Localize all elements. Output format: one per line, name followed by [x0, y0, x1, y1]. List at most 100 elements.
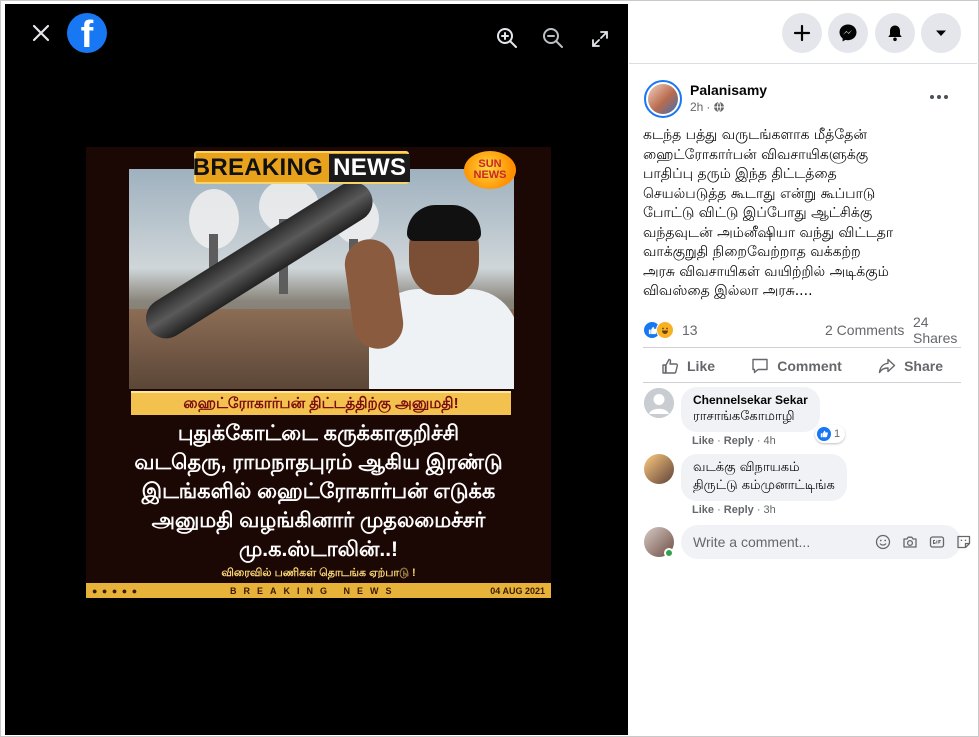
- headline-line: மு.க.ஸ்டாலின்..!: [238, 538, 399, 561]
- divider: [643, 382, 961, 383]
- post-meta: 2h ·: [690, 100, 725, 114]
- share-icon: [878, 358, 896, 374]
- comment-input[interactable]: [693, 534, 874, 550]
- comment-reply-link[interactable]: Reply: [724, 504, 754, 516]
- messenger-button[interactable]: [828, 13, 868, 53]
- like-label: Like: [687, 358, 716, 374]
- person-illustration: [341, 205, 514, 389]
- globe-icon: [714, 101, 725, 113]
- notifications-icon: [888, 25, 902, 42]
- post-options-button[interactable]: [929, 84, 949, 105]
- share-button[interactable]: Share: [860, 357, 961, 375]
- gif-icon[interactable]: [928, 533, 946, 551]
- commenter-avatar[interactable]: [644, 388, 674, 418]
- post-text-line: அரசு விவசாயிகள் வயிற்றில் அடிக்கும்: [643, 263, 889, 280]
- more-icon: [930, 95, 948, 99]
- like-icon: [662, 358, 679, 374]
- composer-icons: [874, 533, 973, 551]
- add-icon: [793, 24, 811, 42]
- commenter-avatar[interactable]: [644, 454, 674, 484]
- account-menu-icon: [936, 30, 946, 36]
- post-text-line: வந்தவுடன் அம்னீஷியா வந்து விட்டதா: [643, 224, 894, 241]
- comment-like-link[interactable]: Like: [692, 435, 714, 447]
- banner-news: NEWS: [329, 153, 411, 182]
- breaking-news-banner: BREAKING NEWS: [192, 151, 411, 184]
- comment-bubble: Chennelsekar Sekar ராசாங்ககோமாழி: [681, 387, 820, 432]
- post-text-line: ஹைட்ரோகார்பன் விவசாயிகளுக்கு: [643, 146, 869, 163]
- sticker-icon[interactable]: [955, 533, 973, 551]
- comment-text: திருட்டு கம்முனாட்டிங்க: [693, 478, 835, 493]
- post-text-line: போட்டு விட்டு இப்போது ஆட்சிக்கு: [643, 205, 873, 221]
- zoom-in-icon: [497, 28, 517, 48]
- comment-icon: [752, 358, 768, 374]
- post-time[interactable]: 2h: [690, 100, 703, 114]
- headline-line: இடங்களில் ஹைட்ரோகார்பன் எடுக்க: [141, 480, 496, 503]
- author-avatar[interactable]: [644, 80, 682, 118]
- post-text-line: வாக்குறுதி நிறைவேற்றாத வக்கற்ற: [643, 244, 861, 260]
- create-button[interactable]: [782, 13, 822, 53]
- reactions-summary: 13 2 Comments 24 Shares: [643, 314, 963, 346]
- facebook-logo-letter: f: [80, 14, 94, 53]
- shares-count[interactable]: 24 Shares: [913, 314, 963, 346]
- comment-actions: Like · Reply · 4h: [692, 435, 776, 447]
- reaction-count[interactable]: 13: [682, 322, 698, 338]
- comment-time[interactable]: 3h: [764, 504, 776, 516]
- divider: [643, 347, 961, 348]
- headline-line: புதுக்கோட்டை கருக்காகுறிச்சி: [177, 422, 460, 445]
- author-name[interactable]: Palanisamy: [690, 82, 767, 98]
- like-button[interactable]: Like: [643, 357, 733, 375]
- comment-reply-link[interactable]: Reply: [724, 435, 754, 447]
- comment-time[interactable]: 4h: [764, 435, 776, 447]
- emoji-icon[interactable]: [874, 533, 892, 551]
- comment-label: Comment: [777, 358, 842, 374]
- messenger-icon: [839, 24, 857, 42]
- post-panel: Palanisamy 2h · கடந்த பத்து வருடங்களாக ம…: [629, 63, 977, 735]
- post-text-line: விவஸ்தை இல்லா அரசு....: [643, 283, 813, 299]
- post-text-line: செயல்படுத்த கூடாது என்று கூப்பாடு: [643, 185, 876, 202]
- close-icon: [32, 24, 50, 42]
- channel-logo-bottom: NEWS: [473, 169, 507, 181]
- share-label: Share: [904, 358, 943, 374]
- ticker-date: 04 AUG 2021: [490, 585, 545, 596]
- post-actions: Like Comment Share: [643, 352, 961, 380]
- comment-composer[interactable]: [681, 525, 971, 559]
- poster-headline: புதுக்கோட்டை கருக்காகுறிச்சி வடதெரு, ராம…: [86, 419, 551, 564]
- post-text-line: கடந்த பத்து வருடங்களாக மீத்தேன்: [643, 127, 867, 143]
- zoom-out-button[interactable]: [538, 23, 568, 53]
- comment-button[interactable]: Comment: [733, 357, 860, 375]
- photo-scene: [129, 169, 514, 389]
- poster-footer-line: விரைவில் பணிகள் தொடங்க ஏற்பாடு !: [221, 567, 416, 579]
- facebook-photo-theater: f BREAKING NEWS SUN NEWS ஹைட்ரோகார்பன் த…: [0, 0, 979, 737]
- comment-reactions[interactable]: 1: [815, 425, 846, 443]
- post-photo: BREAKING NEWS SUN NEWS ஹைட்ரோகார்பன் திட்…: [86, 147, 551, 598]
- comment-text: ராசாங்ககோமாழி: [693, 409, 795, 424]
- account-menu-button[interactable]: [921, 13, 961, 53]
- fullscreen-button[interactable]: [585, 24, 615, 54]
- comment-actions: Like · Reply · 3h: [692, 504, 776, 516]
- poster-subtitle: ஹைட்ரோகார்பன் திட்டத்திற்கு அனுமதி!: [131, 391, 511, 415]
- ticker-label: BREAKING NEWS: [229, 585, 399, 596]
- channel-logo: SUN NEWS: [464, 151, 516, 189]
- commenter-name[interactable]: வடக்கு விநாயகம்: [693, 460, 835, 476]
- headline-line: அனுமதி வழங்கினார் முதலமைச்சர்: [151, 509, 486, 532]
- headline-line: வடதெரு, ராமநாதபுரம் ஆகிய இரண்டு: [134, 451, 503, 474]
- comments-count[interactable]: 2 Comments: [825, 322, 904, 338]
- online-status-dot: [664, 548, 674, 558]
- photo-viewer: f BREAKING NEWS SUN NEWS ஹைட்ரோகார்பன் த…: [5, 4, 628, 735]
- like-reaction-icon: [817, 427, 831, 441]
- post-body: கடந்த பத்து வருடங்களாக மீத்தேன் ஹைட்ரோகா…: [643, 126, 968, 302]
- camera-icon[interactable]: [901, 533, 919, 551]
- comment-like-link[interactable]: Like: [692, 504, 714, 516]
- banner-breaking: BREAKING: [192, 153, 324, 181]
- zoom-in-button[interactable]: [492, 23, 522, 53]
- comment-reaction-count: 1: [834, 428, 841, 440]
- fullscreen-icon: [592, 31, 608, 47]
- close-button[interactable]: [26, 18, 56, 48]
- notifications-button[interactable]: [875, 13, 915, 53]
- poster-ticker: ● ● ● ● ● BREAKING NEWS 04 AUG 2021: [86, 583, 551, 598]
- facebook-logo[interactable]: f: [67, 13, 107, 53]
- haha-reaction-icon[interactable]: [656, 321, 674, 339]
- default-avatar-icon: [644, 388, 674, 418]
- commenter-name[interactable]: Chennelsekar Sekar: [693, 393, 808, 407]
- comment-bubble: வடக்கு விநாயகம் திருட்டு கம்முனாட்டிங்க: [681, 454, 847, 501]
